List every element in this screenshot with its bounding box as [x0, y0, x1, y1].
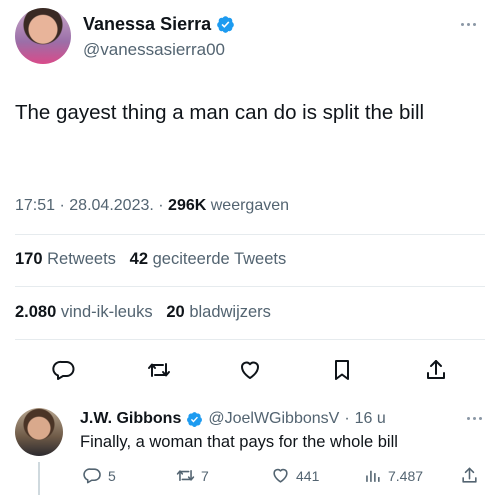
reply-retweets-count: 7: [201, 467, 209, 484]
reply-action-bar: 5 7 441 7.487: [0, 466, 500, 490]
likes-stat[interactable]: 2.080 vind-ik-leuks: [15, 303, 153, 321]
reply-likes-count: 441: [296, 467, 320, 484]
author-display-name[interactable]: Vanessa Sierra: [83, 14, 211, 35]
avatar[interactable]: [15, 8, 71, 64]
like-icon[interactable]: [236, 356, 264, 384]
divider: [15, 339, 485, 340]
tweet-text: The gayest thing a man can do is split t…: [15, 101, 425, 124]
retweet-stats: 170 Retweets 42 geciteerde Tweets: [15, 250, 286, 269]
meta-separator: ·: [158, 197, 169, 214]
like-icon: [273, 468, 288, 483]
divider: [15, 286, 485, 287]
quotes-count: 42: [129, 250, 149, 268]
views-icon: [366, 470, 380, 482]
meta-separator: ·: [59, 197, 70, 214]
author-handle[interactable]: @vanessasierra00: [83, 40, 225, 60]
like-stats: 2.080 vind-ik-leuks 20 bladwijzers: [15, 303, 271, 322]
more-dot: [478, 416, 482, 420]
reply-age[interactable]: 16 u: [355, 410, 386, 428]
bookmarks-stat[interactable]: 20 bladwijzers: [166, 303, 271, 321]
author-name-row: Vanessa Sierra: [83, 14, 235, 35]
reply-like-button[interactable]: 441: [271, 466, 319, 485]
reply-share-button[interactable]: [460, 466, 479, 485]
tweet-meta: 17:51 · 28.04.2023. · 296K weergaven: [15, 197, 289, 215]
bookmarks-label: bladwijzers: [189, 303, 271, 321]
reply-separator: ·: [344, 410, 350, 427]
more-options-icon[interactable]: [457, 16, 479, 32]
reply-author-name[interactable]: J.W. Gibbons: [80, 410, 181, 428]
tweet-action-bar: [0, 352, 500, 388]
reply-retweet-button[interactable]: 7: [176, 466, 209, 485]
retweets-label: Retweets: [47, 250, 116, 268]
reply-views-button[interactable]: 7.487: [363, 466, 423, 485]
reply-tweet[interactable]: J.W. Gibbons @JoelWGibbonsV · 16 u Final…: [0, 400, 500, 495]
share-icon: [462, 467, 477, 483]
more-dot: [472, 22, 476, 26]
views-label: weergaven: [210, 197, 290, 214]
verified-badge-icon: [187, 411, 203, 427]
retweets-stat[interactable]: 170 Retweets: [15, 250, 116, 268]
more-dot: [472, 416, 476, 420]
bookmarks-count: 20: [166, 303, 185, 321]
reply-icon: [83, 468, 101, 484]
views-count: 296K: [168, 197, 207, 214]
divider: [15, 234, 485, 235]
reply-header: J.W. Gibbons @JoelWGibbonsV · 16 u: [80, 410, 386, 428]
tweet-time[interactable]: 17:51: [15, 197, 55, 214]
more-dot: [460, 22, 464, 26]
bookmark-icon[interactable]: [328, 356, 356, 384]
reply-replies-count: 5: [108, 467, 116, 484]
reply-reply-button[interactable]: 5: [83, 466, 116, 485]
quotes-label: geciteerde Tweets: [152, 250, 287, 268]
verified-badge-icon: [217, 16, 234, 33]
likes-count: 2.080: [15, 303, 57, 321]
retweet-icon[interactable]: [145, 356, 173, 384]
reply-author-handle[interactable]: @JoelWGibbonsV: [208, 410, 339, 428]
likes-label: vind-ik-leuks: [60, 303, 153, 321]
reply-icon[interactable]: [50, 356, 78, 384]
reply-text: Finally, a woman that pays for the whole…: [80, 433, 398, 451]
reply-avatar[interactable]: [15, 408, 63, 456]
more-dot: [466, 416, 470, 420]
more-dot: [466, 22, 470, 26]
tweet-date[interactable]: 28.04.2023.: [69, 197, 154, 214]
quotes-stat[interactable]: 42 geciteerde Tweets: [130, 250, 287, 268]
share-icon[interactable]: [422, 356, 450, 384]
retweets-count: 170: [15, 250, 43, 268]
retweet-icon: [176, 469, 195, 482]
reply-views-count: 7.487: [388, 467, 424, 484]
tweet-header: Vanessa Sierra @vanessasierra00: [15, 8, 485, 68]
more-options-icon[interactable]: [463, 412, 485, 424]
